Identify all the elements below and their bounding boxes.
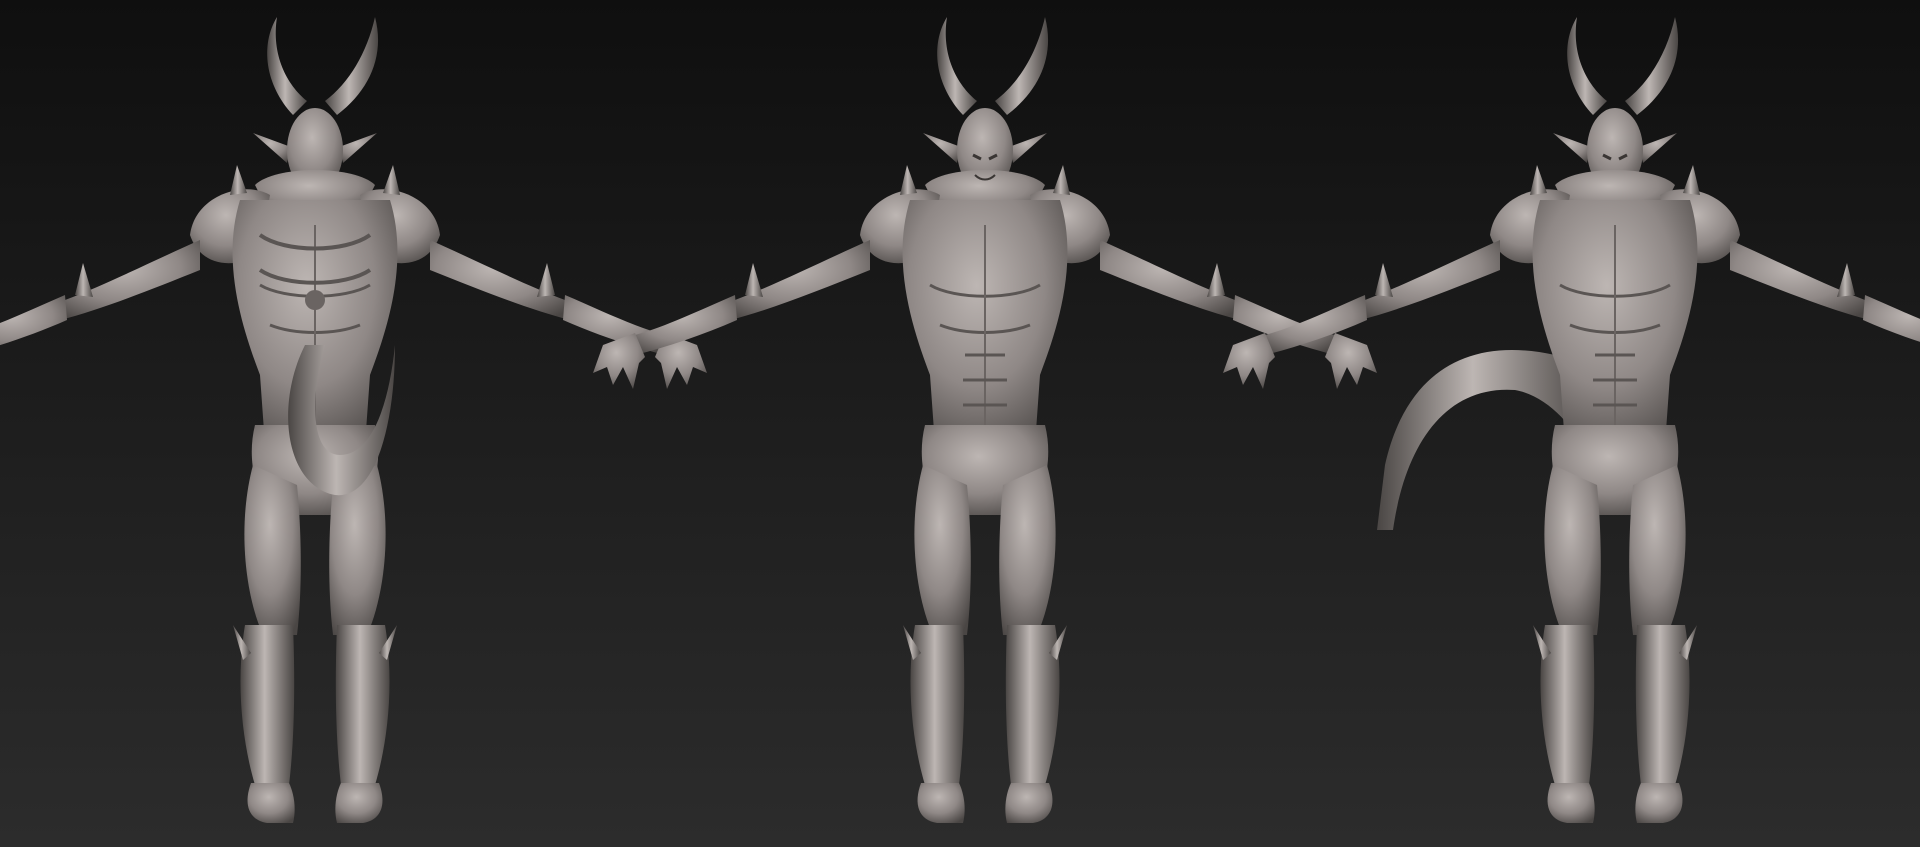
sculpt-viewport [0,0,1920,847]
render-canvas [0,0,1920,847]
